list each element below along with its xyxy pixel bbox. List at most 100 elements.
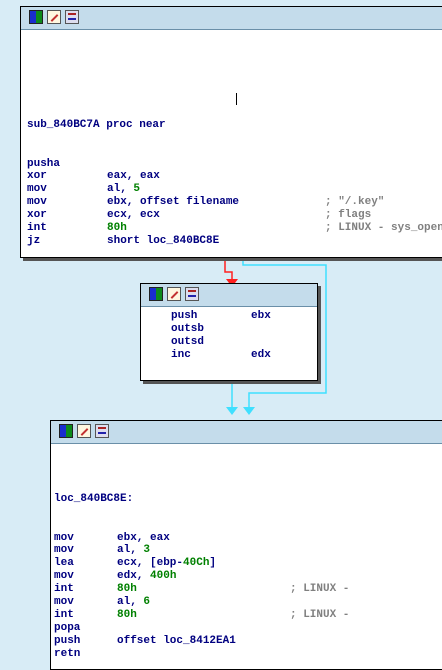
graph-overview-icon[interactable] — [29, 10, 43, 24]
view-node-icon[interactable] — [65, 10, 79, 24]
instruction-line[interactable]: retn — [54, 648, 80, 661]
numeric-literal: 5 — [133, 183, 141, 196]
numeric-literal: 40Ch — [183, 557, 210, 570]
instruction-line[interactable]: int 80h ; LINUX - sys_open — [27, 221, 442, 235]
instruction-line[interactable]: mov ebx, eax — [54, 531, 170, 545]
numeric-literal: 80h — [107, 221, 127, 234]
operand[interactable]: offset loc_8412EA1 — [117, 635, 236, 648]
operand[interactable]: ecx, [ebp-40Ch] — [117, 557, 216, 570]
mnemonic: outsb — [171, 322, 205, 335]
mnemonic: int — [27, 221, 47, 234]
comment: ; LINUX - — [290, 608, 350, 621]
operand[interactable]: al, 5 — [107, 183, 140, 196]
operand[interactable]: 80h — [117, 583, 137, 596]
operand[interactable]: edx, 400h — [117, 570, 176, 583]
instruction-line[interactable]: lea ecx, [ebp-40Ch] — [54, 557, 216, 570]
mnemonic: push — [54, 634, 81, 647]
numeric-literal: 80h — [117, 583, 137, 596]
operand-text: ecx, ecx — [107, 209, 160, 222]
operand[interactable]: ebx, offset filename — [107, 196, 239, 209]
view-node-icon[interactable] — [185, 287, 199, 301]
mnemonic: mov — [54, 544, 74, 557]
numeric-literal: 80h — [117, 608, 137, 621]
edge-fallthrough-arrow — [226, 407, 238, 415]
instruction-line[interactable]: jz short loc_840BC8E — [27, 234, 219, 248]
operand[interactable]: 80h — [117, 609, 137, 622]
mnemonic: push — [171, 310, 198, 322]
mnemonic: mov — [27, 183, 47, 196]
numeric-literal: 3 — [143, 544, 151, 557]
instruction-line[interactable]: mov ebx, offset filename ; "/.key" — [27, 196, 384, 209]
proc-header[interactable]: sub_840BC7A proc near — [27, 119, 166, 132]
instruction-line[interactable]: xor ecx, ecx ; flags — [27, 209, 371, 222]
mnemonic: int — [54, 608, 74, 621]
operand-text: ecx, [ebp- — [117, 557, 184, 570]
edge-false — [224, 258, 233, 280]
operand-text: edx — [251, 348, 271, 361]
mnemonic: mov — [54, 570, 74, 583]
view-node-icon[interactable] — [95, 424, 109, 438]
node-titlebar[interactable] — [21, 7, 442, 30]
mnemonic: jz — [27, 234, 41, 247]
edit-node-icon[interactable] — [77, 424, 91, 438]
operand-text: al, — [117, 544, 144, 557]
edit-node-icon[interactable] — [167, 287, 181, 301]
operand-text: edx, — [117, 570, 151, 583]
comment: ; LINUX - sys_open — [325, 221, 442, 234]
operand-text: ebx, eax — [117, 531, 170, 544]
text-cursor — [236, 93, 237, 105]
mnemonic: pusha — [27, 157, 61, 170]
node-titlebar[interactable] — [51, 421, 442, 444]
operand-text: al, — [117, 595, 144, 608]
operand-text: al, — [107, 183, 134, 196]
mnemonic: popa — [54, 621, 81, 634]
instruction-line[interactable]: int 80h ; LINUX - — [54, 583, 349, 596]
operand-text: ebx, offset filename — [107, 196, 240, 209]
mnemonic: mov — [54, 531, 74, 544]
operand[interactable]: al, 6 — [117, 596, 150, 609]
mnemonic: mov — [27, 196, 47, 209]
mnemonic: xor — [27, 170, 47, 183]
edit-node-icon[interactable] — [47, 10, 61, 24]
operand[interactable]: ecx, ecx — [107, 209, 160, 222]
numeric-literal: 6 — [143, 595, 151, 608]
operand[interactable]: edx — [251, 349, 271, 362]
operand-text: ] — [209, 557, 217, 570]
instruction-line[interactable]: mov edx, 400h — [54, 570, 176, 583]
mnemonic: lea — [54, 557, 74, 570]
mnemonic: xor — [27, 209, 47, 222]
code-block-loc-840bc8e[interactable]: loc_840BC8E: mov ebx, eax mov al, 3 lea ecx, … — [50, 420, 442, 670]
instruction-line[interactable]: mov al, 6 — [54, 595, 150, 609]
mnemonic: retn — [54, 647, 81, 660]
instruction-line[interactable]: popa — [54, 622, 80, 635]
mnemonic: mov — [54, 595, 74, 608]
operand-text: ebx — [251, 310, 271, 322]
node-titlebar[interactable] — [141, 284, 317, 307]
instruction-line[interactable]: mov al, 5 — [27, 183, 140, 196]
mnemonic: outsd — [171, 335, 205, 348]
graph-overview-icon[interactable] — [59, 424, 73, 438]
operand[interactable]: ebx — [251, 310, 271, 323]
mnemonic: inc — [171, 348, 191, 361]
code-block-sub-840bc7a[interactable]: sub_840BC7A proc near pusha xor eax, eax mo… — [20, 6, 442, 258]
operand-text: offset loc_8412EA1 — [117, 634, 236, 647]
operand[interactable]: ebx, eax — [117, 532, 170, 545]
instruction-line[interactable]: xor eax, eax — [27, 170, 160, 183]
instruction-line[interactable]: mov al, 3 — [54, 544, 150, 557]
operand[interactable]: eax, eax — [107, 170, 160, 183]
operand[interactable]: al, 3 — [117, 544, 150, 557]
mnemonic: int — [54, 583, 74, 596]
instruction-line[interactable]: int 80h ; LINUX - — [54, 608, 349, 622]
operand-text: eax, eax — [107, 170, 160, 183]
location-label[interactable]: loc_840BC8E: — [54, 493, 133, 506]
edge-true-arrow — [243, 407, 255, 415]
code-block-fallthrough[interactable]: push ebx outsb outsd inc edx — [140, 283, 318, 381]
operand[interactable]: 80h — [107, 222, 127, 235]
instruction-line[interactable]: pusha — [27, 158, 60, 171]
operand[interactable]: short loc_840BC8E — [107, 235, 219, 248]
numeric-literal: 400h — [150, 570, 177, 583]
operand-text: short loc_840BC8E — [107, 234, 220, 247]
instruction-line[interactable]: push offset loc_8412EA1 — [54, 634, 236, 648]
graph-overview-icon[interactable] — [149, 287, 163, 301]
comment: ; "/.key" — [325, 196, 385, 209]
